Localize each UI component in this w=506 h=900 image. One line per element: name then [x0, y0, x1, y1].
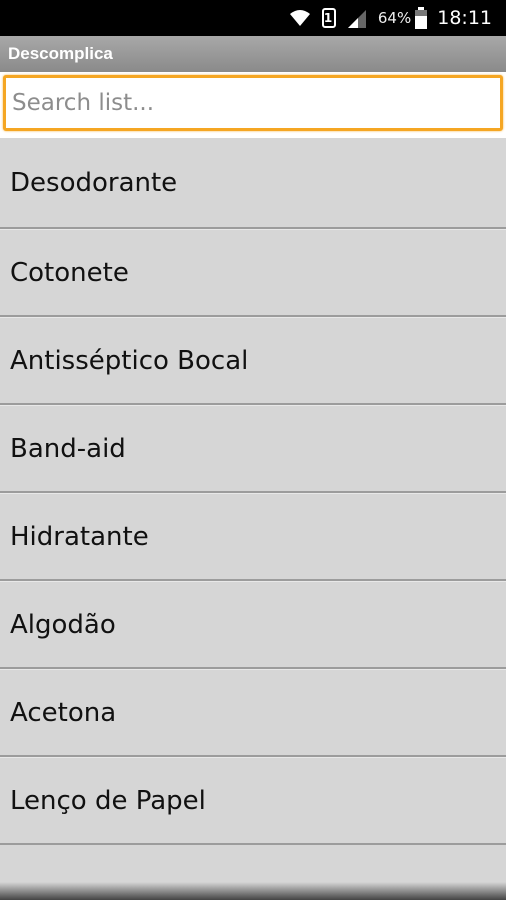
list-item[interactable]: Antisséptico Bocal: [0, 317, 506, 405]
list-item-label: Cotonete: [10, 257, 129, 288]
list-item[interactable]: Lenço de Papel: [0, 757, 506, 845]
battery-percent: 64%: [377, 9, 412, 27]
sim-icon: 1: [321, 8, 336, 28]
list-item[interactable]: Algodão: [0, 581, 506, 669]
clock: 18:11: [437, 7, 492, 29]
search-input[interactable]: [3, 75, 503, 131]
list-item-label: Algodão: [10, 609, 116, 640]
app-title: Descomplica: [8, 44, 113, 63]
item-list: Desodorante Cotonete Antisséptico Bocal …: [0, 138, 506, 845]
battery-icon: [415, 7, 428, 29]
wifi-icon: [288, 8, 312, 28]
status-bar: 1 64% 18:11: [0, 0, 506, 36]
list-item-label: Lenço de Papel: [10, 785, 206, 816]
list-item[interactable]: Cotonete: [0, 229, 506, 317]
list-item-label: Band-aid: [10, 433, 126, 464]
list-item[interactable]: Hidratante: [0, 493, 506, 581]
list-item-label: Hidratante: [10, 521, 149, 552]
list-item-label: Antisséptico Bocal: [10, 345, 249, 376]
app-title-bar: Descomplica: [0, 36, 506, 72]
list-item-label: Acetona: [10, 697, 117, 728]
list-item-label: Desodorante: [10, 167, 178, 198]
list-item[interactable]: Desodorante: [0, 138, 506, 229]
signal-icon: [346, 8, 368, 28]
search-container: [0, 72, 506, 138]
list-item[interactable]: Acetona: [0, 669, 506, 757]
bottom-edge-shadow: [0, 882, 506, 900]
list-item[interactable]: Band-aid: [0, 405, 506, 493]
